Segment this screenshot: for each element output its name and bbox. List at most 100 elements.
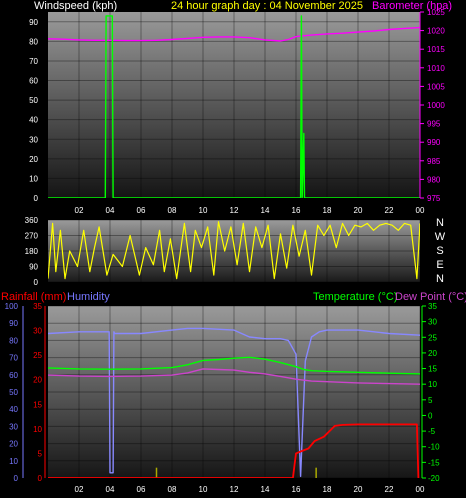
time-tick-label: 00 — [416, 206, 425, 215]
time-tick-label: 02 — [75, 485, 84, 494]
humidity-tick-label: 30 — [9, 422, 18, 431]
windspeed-tick-label: 60 — [29, 77, 38, 86]
humidity-axis-label: Humidity — [67, 291, 110, 303]
windspeed-tick-label: 10 — [29, 174, 38, 183]
rainfall-tick-label: 30 — [33, 327, 42, 336]
humidity-axis-ticks: 0 10 20 30 40 50 60 70 80 90 100 — [5, 302, 19, 483]
humidity-tick-label: 90 — [9, 319, 18, 328]
time-tick-label: 06 — [137, 485, 146, 494]
direction-tick-label: 0 — [34, 278, 39, 287]
humidity-tick-label: 0 — [14, 474, 19, 483]
time-tick-label: 16 — [292, 485, 301, 494]
barometer-tick-label: 1005 — [427, 82, 445, 91]
time-tick-label: 12 — [230, 206, 239, 215]
temperature-axis-label: Temperature (°C) — [313, 291, 397, 303]
bottom-time-axis-ticks: 02 04 06 08 10 12 14 16 18 20 22 00 — [75, 485, 425, 494]
barometer-axis-ticks: 975 980 985 990 995 1000 1005 1010 1015 1020 1025 — [420, 8, 445, 203]
time-tick-label: 20 — [354, 206, 363, 215]
compass-label: N — [436, 273, 444, 285]
barometer-tick-label: 980 — [427, 175, 441, 184]
rainfall-tick-label: 35 — [33, 302, 42, 311]
windspeed-tick-label: 90 — [29, 18, 38, 27]
humidity-tick-label: 60 — [9, 371, 18, 380]
time-tick-label: 08 — [168, 485, 177, 494]
time-tick-label: 04 — [106, 485, 115, 494]
rainfall-tick-label: 15 — [33, 400, 42, 409]
windspeed-tick-label: 70 — [29, 57, 38, 66]
temperature-tick-label: 0 — [428, 411, 433, 420]
humidity-tick-label: 40 — [9, 405, 18, 414]
direction-tick-label: 90 — [29, 263, 38, 272]
compass-label: E — [436, 259, 443, 271]
humidity-tick-label: 100 — [5, 302, 19, 311]
direction-axis-ticks: 0 90 180 270 360 — [25, 216, 39, 287]
compass-labels: NWSEN — [435, 217, 446, 285]
time-tick-label: 00 — [416, 485, 425, 494]
temperature-tick-label: -20 — [428, 474, 440, 483]
temperature-axis-ticks: -20 -15 -10 -5 0 5 10 15 20 25 30 35 — [422, 302, 440, 483]
temperature-tick-label: -10 — [428, 443, 440, 452]
time-tick-label: 14 — [261, 485, 270, 494]
barometer-tick-label: 1025 — [427, 8, 445, 17]
rainfall-tick-label: 10 — [33, 425, 42, 434]
rainfall-tick-label: 5 — [38, 449, 43, 458]
windspeed-tick-label: 50 — [29, 96, 38, 105]
rainfall-tick-label: 0 — [38, 474, 43, 483]
compass-label: W — [435, 231, 446, 243]
humidity-tick-label: 10 — [9, 457, 18, 466]
windspeed-tick-label: 20 — [29, 155, 38, 164]
temperature-tick-label: 5 — [428, 396, 433, 405]
barometer-tick-label: 990 — [427, 138, 441, 147]
weather-graphs: Windspeed (kph) 24 hour graph day : 04 N… — [1, 0, 466, 494]
barometer-tick-label: 975 — [427, 194, 441, 203]
rainfall-tick-label: 25 — [33, 351, 42, 360]
time-tick-label: 18 — [323, 206, 332, 215]
humidity-tick-label: 70 — [9, 354, 18, 363]
direction-tick-label: 180 — [25, 247, 39, 256]
top-time-axis-ticks: 02 04 06 08 10 12 14 16 18 20 22 00 — [75, 206, 425, 215]
direction-tick-label: 270 — [25, 232, 39, 241]
humidity-tick-label: 50 — [9, 388, 18, 397]
barometer-tick-label: 1000 — [427, 101, 445, 110]
humidity-tick-label: 20 — [9, 440, 18, 449]
temperature-tick-label: 15 — [428, 365, 437, 374]
barometer-tick-label: 1015 — [427, 45, 445, 54]
temperature-tick-label: -5 — [428, 427, 436, 436]
windspeed-tick-label: 0 — [34, 194, 39, 203]
time-tick-label: 20 — [354, 485, 363, 494]
temperature-tick-label: 20 — [428, 349, 437, 358]
time-tick-label: 22 — [385, 206, 394, 215]
windspeed-axis-ticks: 0 10 20 30 40 50 60 70 80 90 — [29, 18, 38, 203]
chart-date-title: 24 hour graph day : 04 November 2025 — [171, 0, 363, 12]
direction-tick-label: 360 — [25, 216, 39, 225]
time-tick-label: 10 — [199, 485, 208, 494]
time-tick-label: 04 — [106, 206, 115, 215]
temperature-tick-label: 30 — [428, 318, 437, 327]
time-tick-label: 22 — [385, 485, 394, 494]
rainfall-tick-label: 20 — [33, 376, 42, 385]
barometer-tick-label: 995 — [427, 120, 441, 129]
time-tick-label: 02 — [75, 206, 84, 215]
time-tick-label: 16 — [292, 206, 301, 215]
temperature-tick-label: 25 — [428, 333, 437, 342]
time-tick-label: 10 — [199, 206, 208, 215]
rainfall-axis-ticks: 0 5 10 15 20 25 30 35 — [33, 302, 42, 483]
windspeed-tick-label: 40 — [29, 116, 38, 125]
barometer-tick-label: 1010 — [427, 64, 445, 73]
time-tick-label: 18 — [323, 485, 332, 494]
temperature-tick-label: -15 — [428, 458, 440, 467]
time-tick-label: 14 — [261, 206, 270, 215]
temperature-tick-label: 10 — [428, 380, 437, 389]
compass-label: N — [436, 217, 444, 229]
windspeed-tick-label: 30 — [29, 135, 38, 144]
time-tick-label: 08 — [168, 206, 177, 215]
humidity-tick-label: 80 — [9, 336, 18, 345]
temperature-tick-label: 35 — [428, 302, 437, 311]
barometer-tick-label: 985 — [427, 157, 441, 166]
time-tick-label: 06 — [137, 206, 146, 215]
windspeed-axis-label: Windspeed (kph) — [34, 0, 117, 12]
windspeed-tick-label: 80 — [29, 37, 38, 46]
barometer-tick-label: 1020 — [427, 27, 445, 36]
compass-label: S — [436, 245, 443, 257]
time-tick-label: 12 — [230, 485, 239, 494]
